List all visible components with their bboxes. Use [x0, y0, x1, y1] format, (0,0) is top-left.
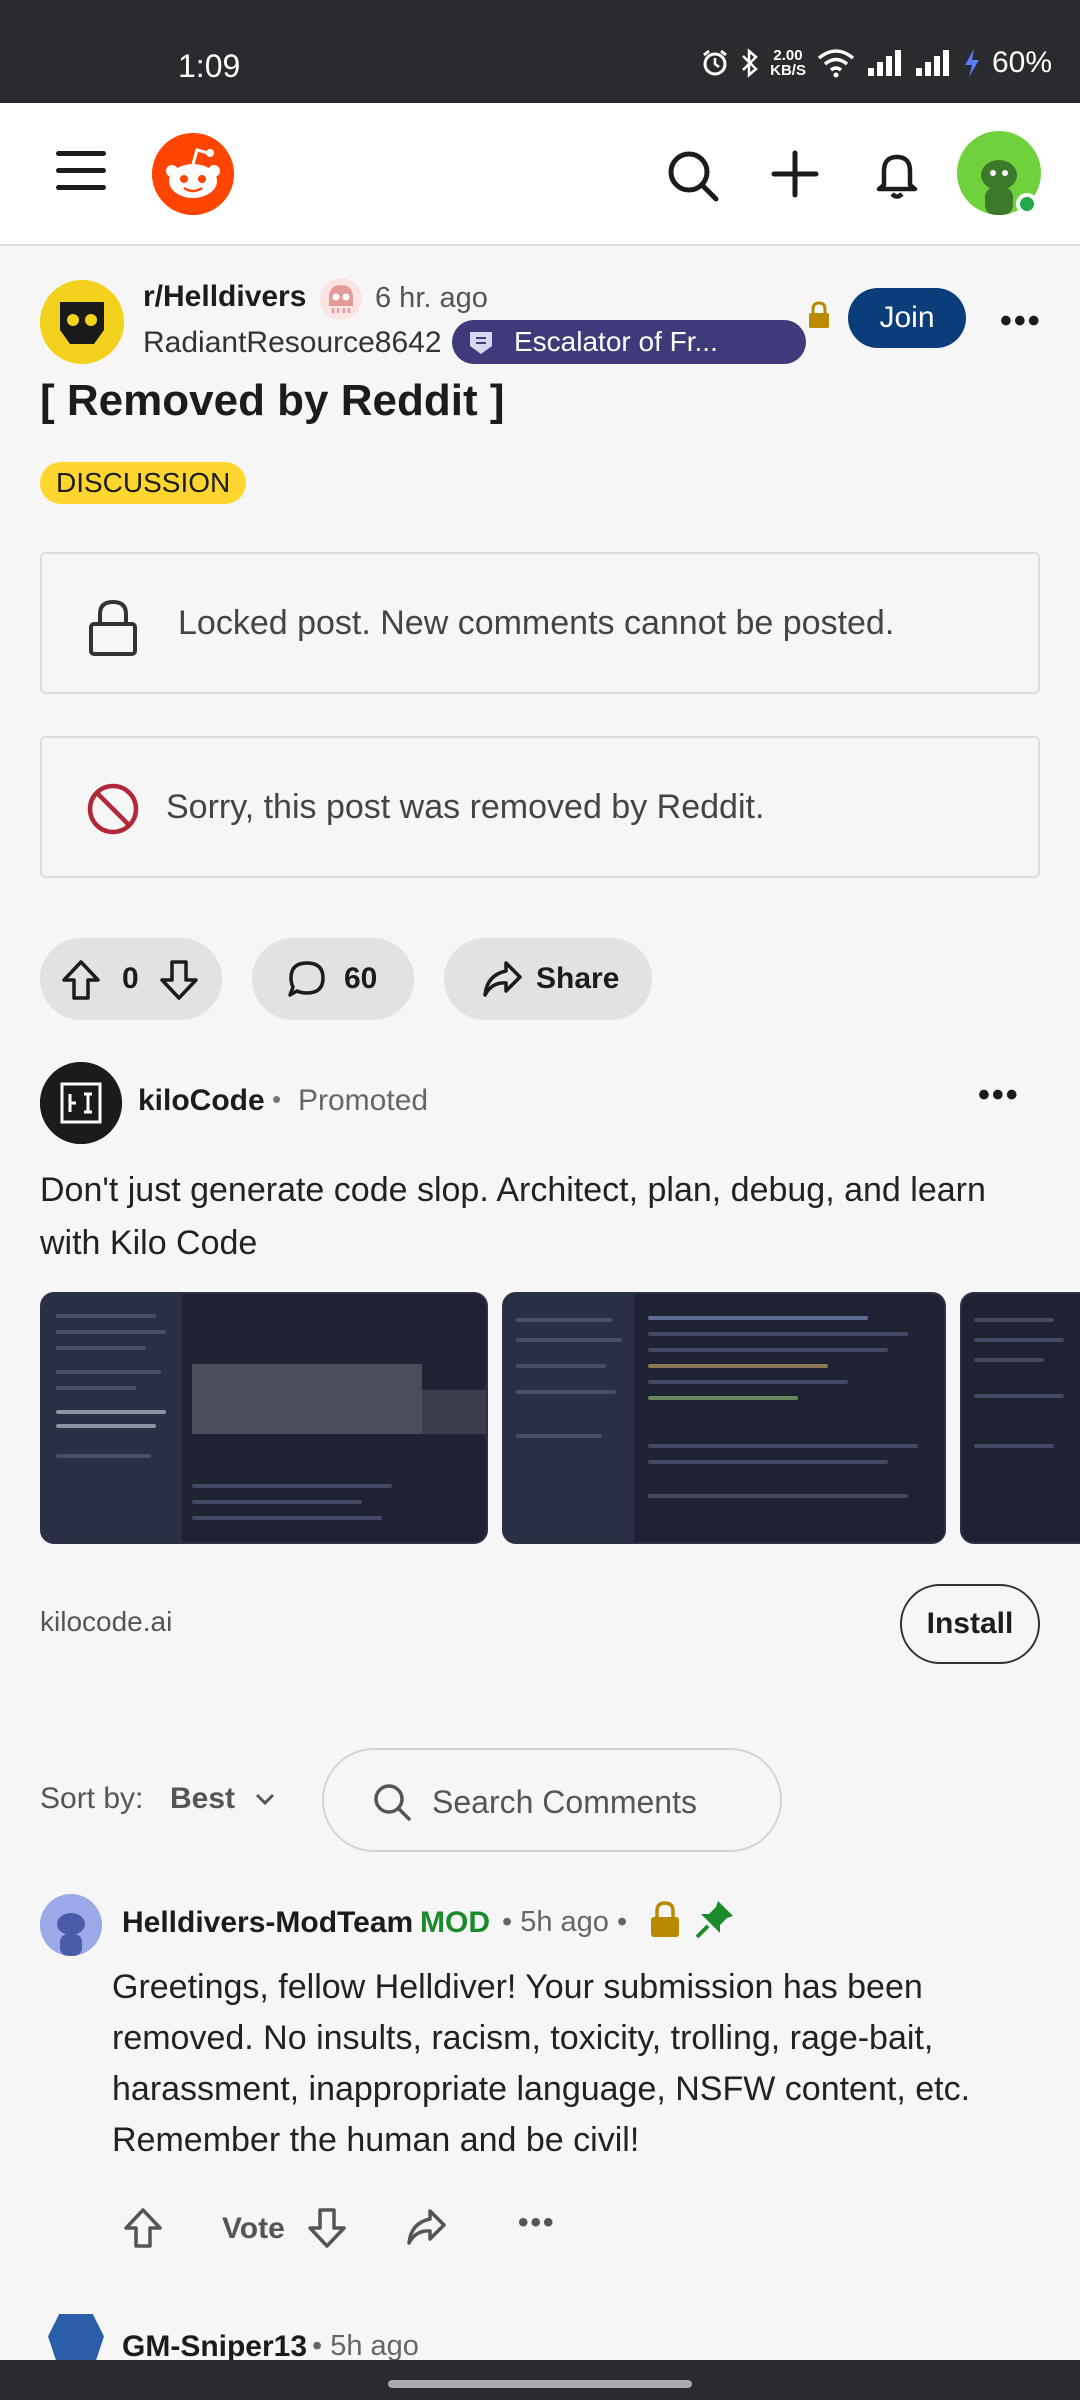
promo-more-button[interactable]: ••• — [978, 1076, 1020, 1115]
promo-avatar[interactable] — [40, 1062, 122, 1144]
share-icon[interactable] — [404, 2206, 448, 2248]
post-header: r/Helldivers 6 hr. ago RadiantResource86… — [40, 276, 1050, 372]
author-flair: Escalator of Fr... — [452, 320, 806, 364]
status-bar: 1:09 2.00 KB/S 60% — [0, 0, 1080, 103]
status-time: 1:09 — [178, 48, 241, 84]
upvote-icon[interactable] — [122, 2206, 164, 2250]
join-button[interactable]: Join — [848, 288, 966, 348]
comment-sort-bar: Sort by: Best Search Comments — [40, 1748, 1040, 1852]
post-title: [ Removed by Reddit ] — [40, 376, 505, 425]
promo-screenshots[interactable] — [40, 1292, 1080, 1544]
vote-count: 0 — [122, 962, 139, 995]
post-flair-tag[interactable]: DISCUSSION — [40, 462, 247, 504]
app-top-bar — [0, 103, 1080, 246]
lock-icon — [809, 301, 829, 328]
vote-pill: 0 — [40, 938, 222, 1020]
alarm-icon — [703, 49, 728, 76]
removed-notice: Sorry, this post was removed by Reddit. — [40, 736, 1040, 878]
share-button[interactable]: Share — [444, 938, 652, 1020]
sort-label: Sort by: — [40, 1782, 144, 1815]
comment-actions: Vote ••• — [122, 2198, 722, 2258]
padlock-icon — [89, 599, 137, 656]
locked-notice: Locked post. New comments cannot be post… — [40, 552, 1040, 694]
promo-screenshot-3[interactable] — [960, 1292, 1080, 1544]
system-nav-bar — [0, 2360, 1080, 2400]
comments-button[interactable]: 60 — [252, 938, 414, 1020]
upvote-icon[interactable] — [60, 958, 102, 1002]
subreddit-avatar[interactable] — [40, 280, 124, 364]
comment-author[interactable]: GM-Sniper13 — [122, 2330, 307, 2364]
flair-icon — [470, 332, 492, 354]
search-icon — [374, 1784, 411, 1821]
battery-percent: 60% — [991, 46, 1052, 79]
comment: GM-Sniper13 • 5h ago — [40, 2308, 1050, 2370]
menu-icon[interactable] — [56, 151, 106, 191]
promo-name[interactable]: kiloCode — [138, 1084, 265, 1118]
comment-author[interactable]: Helldivers-ModTeam — [122, 1906, 413, 1940]
promoted-post[interactable]: kiloCode • Promoted ••• Don't just gener… — [0, 1058, 1080, 1678]
prohibited-icon — [87, 783, 139, 835]
downvote-icon[interactable] — [306, 2206, 348, 2250]
signal-icon — [867, 50, 901, 76]
downvote-icon[interactable] — [158, 958, 200, 1002]
bell-icon[interactable] — [870, 147, 924, 201]
post-time: 6 hr. ago — [375, 282, 488, 314]
mod-badge: MOD — [420, 1906, 490, 1939]
signal-icon-2 — [915, 50, 949, 76]
comment-icon — [288, 961, 325, 997]
online-indicator — [1016, 193, 1038, 215]
promo-domain[interactable]: kilocode.ai — [40, 1606, 172, 1638]
post-author[interactable]: RadiantResource8642 — [143, 326, 442, 360]
locked-notice-text: Locked post. New comments cannot be post… — [178, 604, 895, 642]
promo-text: Don't just generate code slop. Architect… — [40, 1171, 986, 1262]
bluetooth-icon — [742, 48, 758, 78]
comment-body: Greetings, fellow Helldiver! Your submis… — [112, 1968, 971, 2159]
subreddit-name[interactable]: r/Helldivers — [143, 280, 306, 314]
comment-meta: • 5h ago — [312, 2330, 419, 2362]
share-label: Share — [536, 962, 620, 995]
promoted-label: Promoted — [298, 1084, 429, 1117]
install-button[interactable]: Install — [900, 1584, 1040, 1664]
wifi-icon — [817, 49, 855, 78]
share-icon — [483, 961, 522, 997]
status-icons: 2.00 KB/S 60% — [700, 46, 1052, 80]
charging-icon — [964, 49, 979, 77]
promo-screenshot-2[interactable] — [502, 1292, 946, 1544]
chevron-down-icon[interactable] — [252, 1786, 278, 1812]
gesture-handle[interactable] — [388, 2380, 692, 2388]
comment-count: 60 — [344, 962, 378, 995]
pin-icon — [695, 1901, 733, 1939]
comment-more-button[interactable]: ••• — [518, 2206, 556, 2240]
removed-notice-text: Sorry, this post was removed by Reddit. — [166, 788, 765, 826]
vote-label: Vote — [222, 2212, 285, 2245]
reddit-logo[interactable] — [152, 133, 234, 215]
post-more-button[interactable]: ••• — [1000, 302, 1042, 341]
promo-separator: • — [272, 1084, 282, 1114]
plus-icon[interactable] — [768, 147, 822, 201]
promo-screenshot-1[interactable] — [40, 1292, 488, 1544]
skull-icon — [320, 278, 362, 320]
net-speed: 2.00 KB/S — [770, 47, 806, 79]
sort-dropdown[interactable]: Best — [170, 1782, 235, 1816]
comment-avatar[interactable] — [40, 1894, 102, 1956]
search-icon[interactable] — [666, 149, 720, 203]
comment-meta: • 5h ago • — [502, 1906, 628, 1938]
flair-label: Escalator of Fr... — [514, 326, 718, 357]
lock-icon — [651, 1901, 679, 1937]
search-comments-input[interactable]: Search Comments — [322, 1748, 782, 1852]
search-comments-placeholder: Search Comments — [432, 1784, 697, 1820]
